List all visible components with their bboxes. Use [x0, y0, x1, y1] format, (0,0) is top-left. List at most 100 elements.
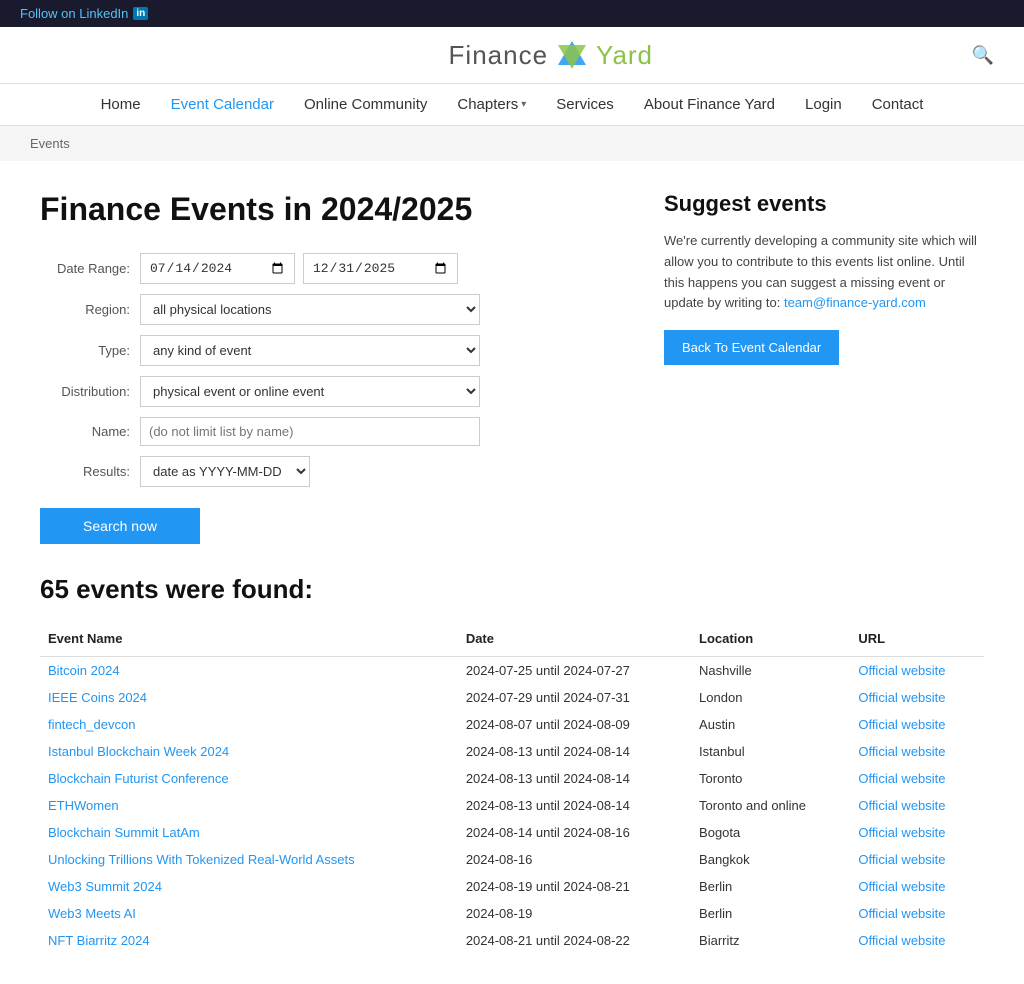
event-name-cell: ETHWomen	[40, 792, 458, 819]
name-input[interactable]	[140, 417, 480, 446]
event-date-cell: 2024-08-16	[458, 846, 691, 873]
linkedin-link[interactable]: Follow on LinkedIn in	[20, 6, 148, 21]
type-select[interactable]: any kind of event	[140, 335, 480, 366]
event-url-cell: Official website	[850, 792, 984, 819]
official-website-link[interactable]: Official website	[858, 690, 945, 705]
event-name-cell: Web3 Summit 2024	[40, 873, 458, 900]
event-url-cell: Official website	[850, 711, 984, 738]
linkedin-text: Follow on LinkedIn	[20, 6, 128, 21]
logo-icon	[554, 37, 590, 73]
official-website-link[interactable]: Official website	[858, 879, 945, 894]
date-to-input[interactable]	[303, 253, 458, 284]
region-select[interactable]: all physical locations	[140, 294, 480, 325]
breadcrumb: Events	[0, 126, 1024, 161]
events-tbody: Bitcoin 2024 2024-07-25 until 2024-07-27…	[40, 657, 984, 955]
table-row: Bitcoin 2024 2024-07-25 until 2024-07-27…	[40, 657, 984, 685]
search-icon: 🔍	[972, 45, 994, 65]
nav-online-community[interactable]: Online Community	[304, 96, 427, 113]
event-date-cell: 2024-08-21 until 2024-08-22	[458, 927, 691, 954]
event-name-link[interactable]: Unlocking Trillions With Tokenized Real-…	[48, 852, 355, 867]
event-url-cell: Official website	[850, 657, 984, 685]
nav-contact[interactable]: Contact	[872, 96, 924, 113]
site-logo: Finance Yard	[449, 37, 654, 73]
date-range-label: Date Range:	[40, 261, 130, 276]
site-header: Finance Yard 🔍	[0, 27, 1024, 84]
nav-about[interactable]: About Finance Yard	[644, 96, 775, 113]
table-row: IEEE Coins 2024 2024-07-29 until 2024-07…	[40, 684, 984, 711]
official-website-link[interactable]: Official website	[858, 663, 945, 678]
suggest-email-link[interactable]: team@finance-yard.com	[784, 295, 926, 310]
event-name-link[interactable]: Web3 Meets AI	[48, 906, 136, 921]
name-row: Name:	[40, 417, 624, 446]
table-row: Blockchain Summit LatAm 2024-08-14 until…	[40, 819, 984, 846]
event-location-cell: London	[691, 684, 850, 711]
event-name-cell: fintech_devcon	[40, 711, 458, 738]
results-format-select[interactable]: date as YYYY-MM-DD	[140, 456, 310, 487]
event-name-link[interactable]: NFT Biarritz 2024	[48, 933, 150, 948]
back-to-calendar-button[interactable]: Back To Event Calendar	[664, 330, 839, 365]
official-website-link[interactable]: Official website	[858, 744, 945, 759]
event-name-link[interactable]: Istanbul Blockchain Week 2024	[48, 744, 229, 759]
official-website-link[interactable]: Official website	[858, 852, 945, 867]
event-name-link[interactable]: IEEE Coins 2024	[48, 690, 147, 705]
table-row: ETHWomen 2024-08-13 until 2024-08-14 Tor…	[40, 792, 984, 819]
official-website-link[interactable]: Official website	[858, 933, 945, 948]
event-name-link[interactable]: Blockchain Summit LatAm	[48, 825, 200, 840]
event-url-cell: Official website	[850, 765, 984, 792]
event-location-cell: Austin	[691, 711, 850, 738]
event-location-cell: Bogota	[691, 819, 850, 846]
event-name-cell: Web3 Meets AI	[40, 900, 458, 927]
date-from-input[interactable]	[140, 253, 295, 284]
breadcrumb-events: Events	[30, 136, 70, 151]
event-url-cell: Official website	[850, 846, 984, 873]
search-button[interactable]: 🔍	[972, 45, 994, 66]
date-inputs	[140, 253, 624, 284]
distribution-select[interactable]: physical event or online event	[140, 376, 480, 407]
event-name-cell: IEEE Coins 2024	[40, 684, 458, 711]
event-name-link[interactable]: fintech_devcon	[48, 717, 135, 732]
nav-home[interactable]: Home	[101, 96, 141, 113]
event-url-cell: Official website	[850, 684, 984, 711]
suggest-title: Suggest events	[664, 191, 984, 217]
event-name-link[interactable]: Blockchain Futurist Conference	[48, 771, 229, 786]
logo-finance-text: Finance	[449, 40, 549, 71]
col-location: Location	[691, 625, 850, 657]
event-date-cell: 2024-08-14 until 2024-08-16	[458, 819, 691, 846]
official-website-link[interactable]: Official website	[858, 906, 945, 921]
linkedin-icon: in	[133, 7, 148, 20]
event-name-link[interactable]: Bitcoin 2024	[48, 663, 120, 678]
official-website-link[interactable]: Official website	[858, 798, 945, 813]
top-bar: Follow on LinkedIn in	[0, 0, 1024, 27]
event-name-cell: Bitcoin 2024	[40, 657, 458, 685]
event-date-cell: 2024-08-19	[458, 900, 691, 927]
results-count: 65 events were found:	[40, 574, 984, 605]
region-label: Region:	[40, 302, 130, 317]
event-name-cell: Blockchain Futurist Conference	[40, 765, 458, 792]
event-location-cell: Toronto and online	[691, 792, 850, 819]
event-name-link[interactable]: Web3 Summit 2024	[48, 879, 162, 894]
event-date-cell: 2024-08-19 until 2024-08-21	[458, 873, 691, 900]
nav-services[interactable]: Services	[556, 96, 614, 113]
event-name-link[interactable]: ETHWomen	[48, 798, 119, 813]
table-row: fintech_devcon 2024-08-07 until 2024-08-…	[40, 711, 984, 738]
left-panel: Finance Events in 2024/2025 Date Range: …	[40, 191, 624, 544]
official-website-link[interactable]: Official website	[858, 717, 945, 732]
event-date-cell: 2024-08-13 until 2024-08-14	[458, 765, 691, 792]
official-website-link[interactable]: Official website	[858, 825, 945, 840]
results-format-row: Results: date as YYYY-MM-DD	[40, 456, 624, 487]
search-now-button[interactable]: Search now	[40, 508, 200, 544]
official-website-link[interactable]: Official website	[858, 771, 945, 786]
event-location-cell: Berlin	[691, 900, 850, 927]
col-url: URL	[850, 625, 984, 657]
distribution-label: Distribution:	[40, 384, 130, 399]
nav-login[interactable]: Login	[805, 96, 842, 113]
date-range-row: Date Range:	[40, 253, 624, 284]
nav-chapters-link[interactable]: Chapters	[457, 96, 518, 113]
event-name-cell: Blockchain Summit LatAm	[40, 819, 458, 846]
event-url-cell: Official website	[850, 873, 984, 900]
event-location-cell: Berlin	[691, 873, 850, 900]
nav-chapters[interactable]: Chapters ▾	[457, 96, 526, 113]
event-url-cell: Official website	[850, 900, 984, 927]
event-location-cell: Bangkok	[691, 846, 850, 873]
nav-event-calendar[interactable]: Event Calendar	[171, 96, 274, 113]
